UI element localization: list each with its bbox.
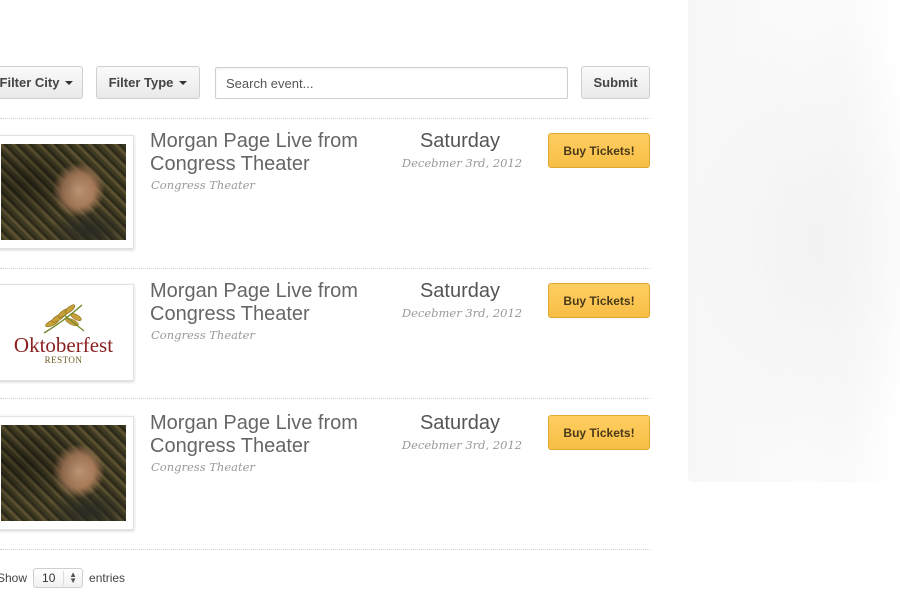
logo-subtitle: RESTON [44,354,83,365]
caret-down-icon [179,80,188,85]
show-entries: Show 10 ▲ ▼ entries [0,568,125,588]
event-date: Decebmer 3rd, 2012 [401,156,523,170]
submit-label: Submit [593,75,638,90]
performer-photo [1,425,126,521]
event-title[interactable]: Morgan Page Live from Congress Theater [150,412,390,458]
event-thumbnail[interactable] [0,416,134,530]
event-day: Saturday [419,280,501,302]
side-panel [688,0,900,482]
event-thumbnail[interactable] [0,135,134,249]
filter-type-dropdown[interactable]: Filter Type [96,66,200,99]
caret-down-icon [65,80,74,85]
divider [0,398,650,399]
event-day: Saturday [419,412,501,434]
logo-title: Oktoberfest [13,332,114,357]
event-thumbnail[interactable]: Oktoberfest RESTON [0,284,134,381]
event-date: Decebmer 3rd, 2012 [401,306,523,320]
oktoberfest-logo: Oktoberfest RESTON [1,293,126,372]
select-arrows-icon: ▲ ▼ [69,570,78,585]
event-day: Saturday [419,130,501,152]
filter-city-label: Filter City [0,75,60,90]
buy-tickets-button[interactable]: Buy Tickets! [548,415,650,450]
event-venue: Congress Theater [151,178,255,192]
show-label: Show [0,571,28,585]
filter-type-label: Filter Type [108,75,174,90]
event-venue: Congress Theater [151,460,255,474]
entries-label: entries [89,571,126,585]
submit-button[interactable]: Submit [581,66,650,99]
event-venue: Congress Theater [151,328,255,342]
wheat-icon [43,303,84,334]
filter-city-dropdown[interactable]: Filter City [0,66,83,99]
event-title[interactable]: Morgan Page Live from Congress Theater [150,130,390,176]
entries-select[interactable]: 10 ▲ ▼ [33,568,84,588]
buy-tickets-button[interactable]: Buy Tickets! [548,133,650,168]
event-date: Decebmer 3rd, 2012 [401,438,523,452]
performer-photo [1,144,126,240]
divider [0,549,650,550]
search-event-input[interactable] [215,67,568,99]
event-row: Morgan Page Live from Congress Theater C… [0,118,650,249]
select-separator [62,571,64,585]
entries-value: 10 [42,571,56,585]
event-title[interactable]: Morgan Page Live from Congress Theater [150,280,390,326]
buy-tickets-button[interactable]: Buy Tickets! [548,283,650,318]
event-row: Morgan Page Live from Congress Theater C… [0,400,650,530]
event-row: Oktoberfest RESTON Morgan Page Live from… [0,268,650,398]
